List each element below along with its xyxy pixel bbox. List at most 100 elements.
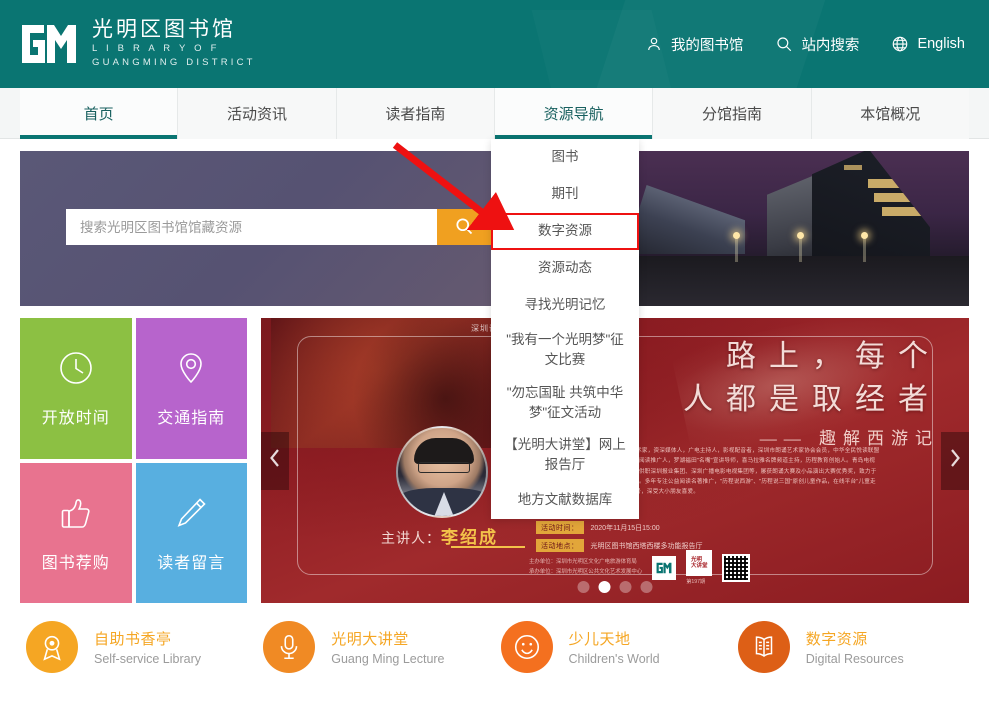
- clock-icon: [56, 348, 96, 388]
- dropdown-item-online-lecture-hall[interactable]: 【光明大讲堂】网上报告厅: [491, 429, 639, 482]
- service-guangming-lecture[interactable]: 光明大讲堂 Guang Ming Lecture: [257, 621, 494, 673]
- service-digital-resources[interactable]: 数字资源 Digital Resources: [732, 621, 969, 673]
- microphone-icon: [263, 621, 315, 673]
- carousel-dot[interactable]: [620, 581, 632, 593]
- dropdown-item-label: 数字资源: [538, 221, 592, 241]
- library-building-photo: [617, 151, 969, 306]
- carousel-prev-button[interactable]: [261, 432, 289, 490]
- map-pin-icon: [171, 348, 211, 388]
- photo-ground: [617, 256, 969, 306]
- nav-item-activities[interactable]: 活动资讯: [178, 88, 336, 139]
- open-book-icon: [738, 621, 790, 673]
- header-link-label: 我的图书馆: [671, 34, 744, 55]
- logo-name-en-line1: L I B R A R Y O F: [92, 42, 256, 56]
- service-label-en: Self-service Library: [94, 652, 201, 666]
- service-childrens-world[interactable]: 少儿天地 Children's World: [495, 621, 732, 673]
- gm-monogram-logo-icon: [20, 21, 78, 67]
- nav-item-label: 活动资讯: [227, 103, 287, 124]
- pencil-icon: [171, 493, 211, 533]
- dropdown-item-national-shame-essay[interactable]: "勿忘国耻 共筑中华梦"征文活动: [491, 377, 639, 430]
- nav-item-reader-guide[interactable]: 读者指南: [337, 88, 495, 139]
- site-header: 光明区图书馆 L I B R A R Y O F GUANGMING DISTR…: [0, 0, 989, 88]
- gm-monogram-logo-icon: [652, 556, 676, 580]
- dropdown-item-digital-resources[interactable]: 数字资源: [491, 213, 639, 250]
- quick-link-tiles: 开放时间 交通指南 图书荐购: [20, 318, 247, 603]
- carousel-dot-active[interactable]: [599, 581, 611, 593]
- nav-item-label: 分馆指南: [702, 103, 762, 124]
- tile-opening-hours[interactable]: 开放时间: [20, 318, 132, 459]
- dropdown-item-label: 【光明大讲堂】网上报告厅: [503, 435, 627, 476]
- dropdown-item-label: 期刊: [552, 184, 579, 204]
- tile-label: 图书荐购: [42, 549, 110, 573]
- carousel-dot[interactable]: [641, 581, 653, 593]
- header-link-site-search[interactable]: 站内搜索: [775, 34, 859, 55]
- nav-item-branch-guide[interactable]: 分馆指南: [653, 88, 811, 139]
- qr-code-icon: [722, 554, 750, 582]
- main-navigation: 首页 活动资讯 读者指南 资源导航 分馆指南 本馆概况: [0, 88, 989, 139]
- header-link-label: English: [917, 36, 965, 52]
- service-label-en: Children's World: [569, 652, 660, 666]
- tile-reader-message[interactable]: 读者留言: [136, 463, 248, 604]
- dropdown-item-label: "勿忘国耻 共筑中华梦"征文活动: [503, 383, 627, 424]
- service-label-en: Digital Resources: [806, 652, 904, 666]
- dropdown-item-label: 地方文献数据库: [518, 490, 613, 510]
- avatar-glasses: [418, 462, 470, 473]
- carousel-dots: [578, 581, 653, 593]
- event-place-value: 光明区图书馆西塔西楼多功能报告厅: [591, 541, 703, 551]
- poster-title-line2: 人都是取经者: [683, 379, 941, 422]
- photo-street-lamp: [799, 236, 802, 262]
- thumbs-up-icon: [56, 493, 96, 533]
- dropdown-item-dream-essay-contest[interactable]: "我有一个光明梦"征文比赛: [491, 324, 639, 377]
- dropdown-item-label: 寻找光明记忆: [525, 295, 606, 315]
- smiley-icon: [501, 621, 553, 673]
- poster-footer: 主办单位：深圳市光明区文化广电旅游体育局 承办单位：深圳市光明区公共文化艺术发展…: [529, 550, 750, 585]
- tile-book-recommendation[interactable]: 图书荐购: [20, 463, 132, 604]
- nav-item-label: 本馆概况: [860, 103, 920, 124]
- resource-navigation-dropdown: 图书 期刊 数字资源 资源动态 寻找光明记忆 "我有一个光明梦"征文比赛 "勿忘…: [491, 139, 639, 519]
- service-label-en: Guang Ming Lecture: [331, 652, 444, 666]
- nav-item-resource-navigation[interactable]: 资源导航: [495, 88, 653, 139]
- lecture-issue-number: 第197期: [686, 578, 712, 585]
- service-self-service-library[interactable]: 自助书香亭 Self-service Library: [20, 621, 257, 673]
- carousel-dot[interactable]: [578, 581, 590, 593]
- globe-icon: [891, 35, 909, 53]
- speaker-avatar: [396, 426, 488, 518]
- search-icon: [454, 216, 474, 239]
- event-meta-row: 活动时间： 2020年11月15日15:00: [536, 521, 703, 534]
- service-label-cn: 数字资源: [806, 628, 904, 649]
- tile-label: 开放时间: [42, 404, 110, 428]
- event-time-label: 活动时间：: [536, 521, 584, 534]
- dropdown-item-guangming-memory[interactable]: 寻找光明记忆: [491, 287, 639, 324]
- nav-item-home[interactable]: 首页: [20, 88, 178, 139]
- header-link-label: 站内搜索: [801, 34, 859, 55]
- medal-icon: [26, 621, 78, 673]
- search-bar: [66, 209, 491, 245]
- carousel-next-button[interactable]: [941, 432, 969, 490]
- service-label-cn: 光明大讲堂: [331, 628, 444, 649]
- search-icon: [775, 35, 793, 53]
- tile-transport-guide[interactable]: 交通指南: [136, 318, 248, 459]
- header-link-english[interactable]: English: [891, 35, 965, 53]
- logo-name-cn: 光明区图书馆: [92, 18, 256, 42]
- chevron-right-icon: [948, 448, 962, 473]
- avatar-hair: [414, 438, 474, 464]
- dropdown-item-label: 资源动态: [538, 258, 592, 278]
- logo-name-en-line2: GUANGMING DISTRICT: [92, 56, 256, 70]
- service-shortcuts: 自助书香亭 Self-service Library 光明大讲堂 Guang M…: [20, 621, 969, 673]
- dropdown-item-local-literature-db[interactable]: 地方文献数据库: [491, 482, 639, 519]
- poster-title-line1: 路上，每个: [683, 336, 941, 379]
- dropdown-item-periodicals[interactable]: 期刊: [491, 176, 639, 213]
- header-link-my-library[interactable]: 我的图书馆: [645, 34, 744, 55]
- site-logo[interactable]: 光明区图书馆 L I B R A R Y O F GUANGMING DISTR…: [20, 18, 256, 70]
- dropdown-item-label: "我有一个光明梦"征文比赛: [503, 330, 627, 371]
- tile-label: 读者留言: [157, 549, 225, 573]
- dropdown-item-books[interactable]: 图书: [491, 139, 639, 176]
- poster-title: 路上，每个 人都是取经者: [683, 336, 941, 421]
- event-time-value: 2020年11月15日15:00: [591, 523, 660, 533]
- dropdown-item-resource-updates[interactable]: 资源动态: [491, 250, 639, 287]
- header-links: 我的图书馆 站内搜索 English: [645, 34, 969, 55]
- search-input[interactable]: [66, 209, 437, 245]
- nav-item-about-library[interactable]: 本馆概况: [812, 88, 969, 139]
- nav-item-label: 资源导航: [544, 103, 604, 124]
- search-submit-button[interactable]: [437, 209, 491, 245]
